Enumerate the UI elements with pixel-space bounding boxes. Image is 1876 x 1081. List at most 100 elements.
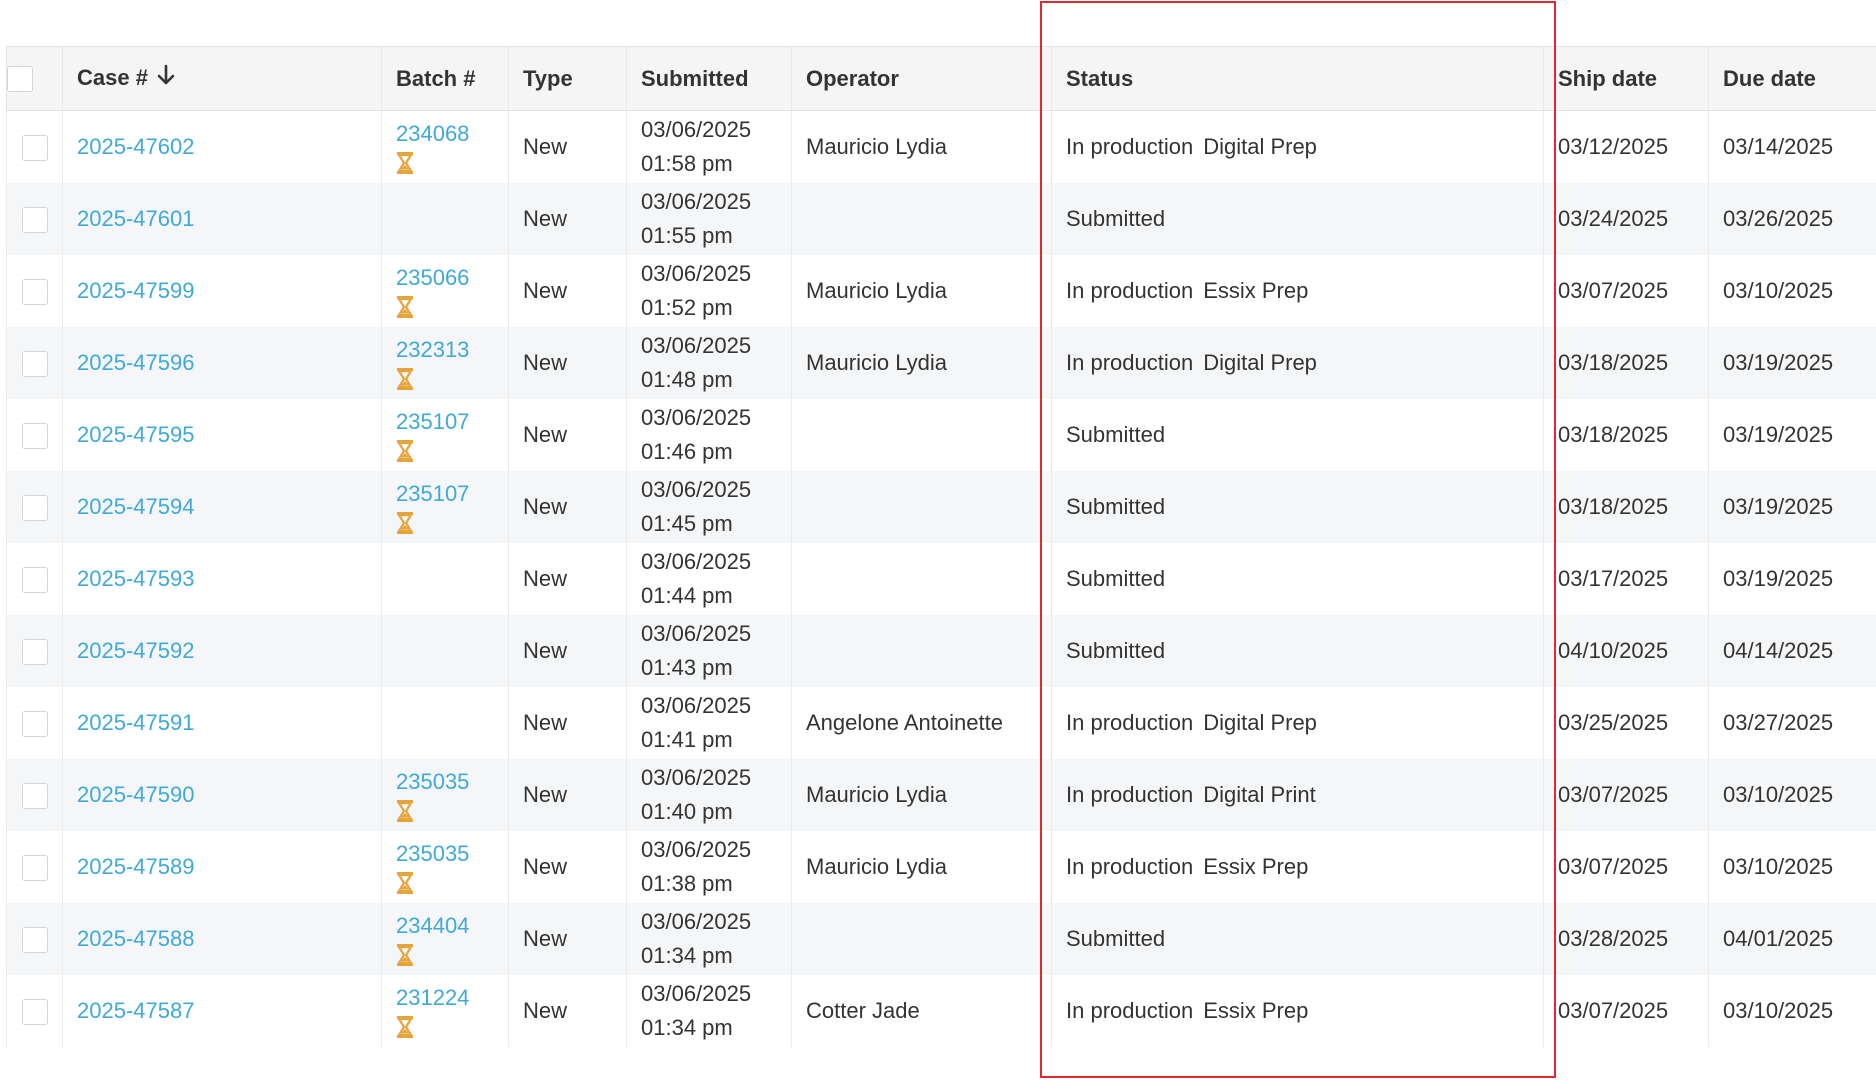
case-type: New: [523, 206, 568, 231]
submitted-date: 03/06/2025: [641, 189, 752, 214]
batch-link[interactable]: 232313: [396, 337, 469, 362]
submitted-cell: 03/06/2025 01:46 pm: [626, 399, 792, 471]
submitted-time: 01:34 pm: [641, 1015, 733, 1040]
submitted-cell: 03/06/2025 01:43 pm: [626, 615, 792, 687]
row-checkbox[interactable]: [21, 567, 48, 594]
column-header-ship-date[interactable]: Ship date: [1543, 46, 1709, 111]
row-checkbox[interactable]: [21, 783, 48, 810]
case-link[interactable]: 2025-47599: [77, 278, 194, 303]
table-row[interactable]: 2025-47587 231224 New 03/06/2025 01:34 pm Cot…: [6, 975, 1876, 1047]
batch-cell: 231224: [381, 975, 509, 1047]
ship-date-cell: 03/28/2025: [1543, 903, 1709, 975]
row-select-cell: [6, 183, 63, 255]
row-checkbox[interactable]: [21, 927, 48, 954]
row-checkbox[interactable]: [21, 351, 48, 378]
status-cell: Submitted: [1051, 543, 1544, 615]
row-checkbox[interactable]: [21, 711, 48, 738]
batch-link[interactable]: 234404: [396, 913, 469, 938]
submitted-date: 03/06/2025: [641, 693, 752, 718]
case-link[interactable]: 2025-47587: [77, 998, 194, 1023]
table-row[interactable]: 2025-47591 New 03/06/2025 01:41 pm Angelone …: [6, 687, 1876, 759]
case-type: New: [523, 854, 568, 879]
operator-name: Cotter Jade: [806, 998, 920, 1023]
table-row[interactable]: 2025-47593 New 03/06/2025 01:44 pm Submitted…: [6, 543, 1876, 615]
case-type: New: [523, 710, 568, 735]
table-row[interactable]: 2025-47599 235066 New 03/06/2025 01:52 pm Mau…: [6, 255, 1876, 327]
case-link[interactable]: 2025-47591: [77, 710, 194, 735]
column-header-status[interactable]: Status: [1051, 46, 1544, 111]
table-row[interactable]: 2025-47601 New 03/06/2025 01:55 pm Submitted…: [6, 183, 1876, 255]
table-row[interactable]: 2025-47592 New 03/06/2025 01:43 pm Submitted…: [6, 615, 1876, 687]
case-cell: 2025-47587: [62, 975, 382, 1047]
case-link[interactable]: 2025-47593: [77, 566, 194, 591]
submitted-time: 01:52 pm: [641, 295, 733, 320]
status-cell: In production Digital Prep: [1051, 687, 1544, 759]
status-text: In production: [1066, 350, 1194, 375]
column-header-case[interactable]: Case #: [62, 46, 382, 111]
batch-cell: 235107: [381, 471, 509, 543]
type-cell: New: [508, 831, 627, 903]
table-row[interactable]: 2025-47588 234404 New 03/06/2025 01:34 pm Sub…: [6, 903, 1876, 975]
row-checkbox[interactable]: [21, 279, 48, 306]
column-header-type[interactable]: Type: [508, 46, 627, 111]
column-header-operator[interactable]: Operator: [791, 46, 1052, 111]
due-date: 04/01/2025: [1723, 926, 1834, 951]
ship-date: 03/18/2025: [1558, 422, 1669, 447]
row-checkbox[interactable]: [21, 639, 48, 666]
row-checkbox[interactable]: [21, 495, 48, 522]
case-link[interactable]: 2025-47595: [77, 422, 194, 447]
due-date: 03/14/2025: [1723, 134, 1834, 159]
table-row[interactable]: 2025-47589 235035 New 03/06/2025 01:38 pm Mau…: [6, 831, 1876, 903]
column-header-batch[interactable]: Batch #: [381, 46, 509, 111]
table-row[interactable]: 2025-47602 234068 New 03/06/2025 01:58 pm Mau…: [6, 110, 1876, 183]
submitted-time: 01:46 pm: [641, 439, 733, 464]
status-cell: In production Essix Prep: [1051, 975, 1544, 1047]
submitted-time: 01:55 pm: [641, 223, 733, 248]
ship-date: 03/07/2025: [1558, 278, 1669, 303]
column-header-due-date[interactable]: Due date: [1708, 46, 1876, 111]
column-header-submitted[interactable]: Submitted: [626, 46, 792, 111]
case-cell: 2025-47601: [62, 183, 382, 255]
row-checkbox[interactable]: [21, 207, 48, 234]
batch-link[interactable]: 234068: [396, 121, 469, 146]
case-link[interactable]: 2025-47589: [77, 854, 194, 879]
table-row[interactable]: 2025-47590 235035 New 03/06/2025 01:40 pm Mau…: [6, 759, 1876, 831]
table-row[interactable]: 2025-47595 235107 New 03/06/2025 01:46 pm Sub…: [6, 399, 1876, 471]
case-link[interactable]: 2025-47588: [77, 926, 194, 951]
select-all-checkbox[interactable]: [7, 66, 33, 93]
submitted-cell: 03/06/2025 01:44 pm: [626, 543, 792, 615]
case-link[interactable]: 2025-47596: [77, 350, 194, 375]
batch-link[interactable]: 235107: [396, 481, 469, 506]
arrow-down-icon[interactable]: [156, 64, 176, 92]
batch-link[interactable]: 235107: [396, 409, 469, 434]
batch-link[interactable]: 235035: [396, 841, 469, 866]
ship-date-cell: 03/24/2025: [1543, 183, 1709, 255]
row-checkbox[interactable]: [21, 423, 48, 450]
batch-link[interactable]: 235066: [396, 265, 469, 290]
operator-cell: [791, 471, 1052, 543]
row-select-cell: [6, 327, 63, 399]
table-row[interactable]: 2025-47596 232313 New 03/06/2025 01:48 pm Mau…: [6, 327, 1876, 399]
due-date: 03/10/2025: [1723, 278, 1834, 303]
ship-date: 03/24/2025: [1558, 206, 1669, 231]
case-link[interactable]: 2025-47590: [77, 782, 194, 807]
batch-link[interactable]: 235035: [396, 769, 469, 794]
case-link[interactable]: 2025-47592: [77, 638, 194, 663]
select-all-cell: [6, 46, 63, 111]
due-date: 03/19/2025: [1723, 566, 1834, 591]
ship-date-cell: 03/25/2025: [1543, 687, 1709, 759]
case-link[interactable]: 2025-47601: [77, 206, 194, 231]
operator-cell: Angelone Antoinette: [791, 687, 1052, 759]
row-checkbox[interactable]: [21, 135, 48, 162]
case-link[interactable]: 2025-47594: [77, 494, 194, 519]
row-checkbox[interactable]: [21, 999, 48, 1026]
case-cell: 2025-47592: [62, 615, 382, 687]
case-link[interactable]: 2025-47602: [77, 134, 194, 159]
row-select-cell: [6, 543, 63, 615]
table-body: 2025-47602 234068 New 03/06/2025 01:58 pm Mau…: [6, 110, 1876, 1047]
status-stage: Digital Print: [1203, 782, 1316, 807]
batch-link[interactable]: 231224: [396, 985, 469, 1010]
row-checkbox[interactable]: [21, 855, 48, 882]
table-row[interactable]: 2025-47594 235107 New 03/06/2025 01:45 pm Sub…: [6, 471, 1876, 543]
batch-cell: 234404: [381, 903, 509, 975]
